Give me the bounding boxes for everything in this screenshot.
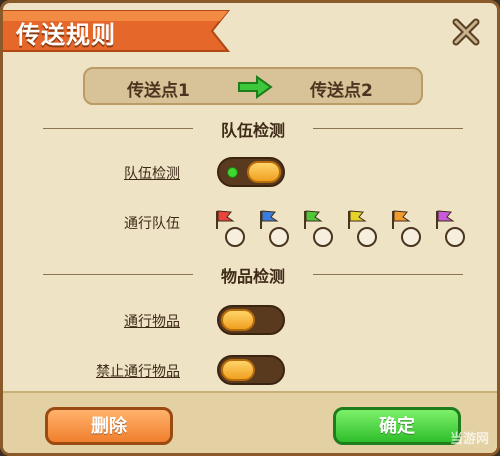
team-radio[interactable] (225, 227, 245, 247)
team-radio[interactable] (313, 227, 333, 247)
route-bar: 传送点1 传送点2 (83, 67, 423, 105)
team-radio[interactable] (357, 227, 377, 247)
pass-items-toggle[interactable] (217, 305, 285, 335)
team-detect-label: 队伍检测 (124, 166, 180, 182)
team-option[interactable] (257, 209, 291, 249)
route-from-label: 传送点1 (127, 81, 190, 101)
section-team-check: 队伍检测 (43, 117, 463, 141)
team-option[interactable] (433, 209, 467, 249)
divider (313, 274, 463, 275)
team-radio[interactable] (401, 227, 421, 247)
toggle-knob (221, 309, 255, 331)
route-to-label: 传送点2 (310, 81, 373, 101)
arrow-right-icon (238, 75, 273, 99)
team-radio[interactable] (269, 227, 289, 247)
section-item-check: 物品检测 (43, 263, 463, 287)
close-button[interactable] (449, 15, 483, 49)
delete-button[interactable]: 删除 (45, 407, 173, 445)
toggle-knob (247, 161, 281, 183)
transfer-rules-panel: 传送规则 传送点1 传送点2 队伍检测 队伍检测 通行队伍 物品检测 通行物品 … (0, 0, 500, 456)
ban-items-toggle[interactable] (217, 355, 285, 385)
section-title: 物品检测 (220, 267, 285, 286)
team-detect-toggle[interactable] (217, 157, 285, 187)
toggle-knob (221, 359, 255, 381)
team-option[interactable] (301, 209, 335, 249)
pass-items-label: 通行物品 (124, 314, 180, 330)
confirm-button[interactable]: 确定 (333, 407, 461, 445)
team-option[interactable] (389, 209, 423, 249)
close-icon (452, 18, 480, 46)
ban-items-label: 禁止通行物品 (96, 364, 180, 380)
section-title: 队伍检测 (220, 121, 285, 140)
team-option[interactable] (345, 209, 379, 249)
title-banner: 传送规则 (3, 7, 245, 55)
pass-team-label: 通行队伍 (124, 216, 180, 232)
divider (313, 128, 463, 129)
panel-title: 传送规则 (16, 21, 116, 49)
team-radio[interactable] (445, 227, 465, 247)
toggle-on-indicator (227, 167, 238, 178)
team-option[interactable] (213, 209, 247, 249)
watermark: 当游网 (449, 432, 489, 447)
